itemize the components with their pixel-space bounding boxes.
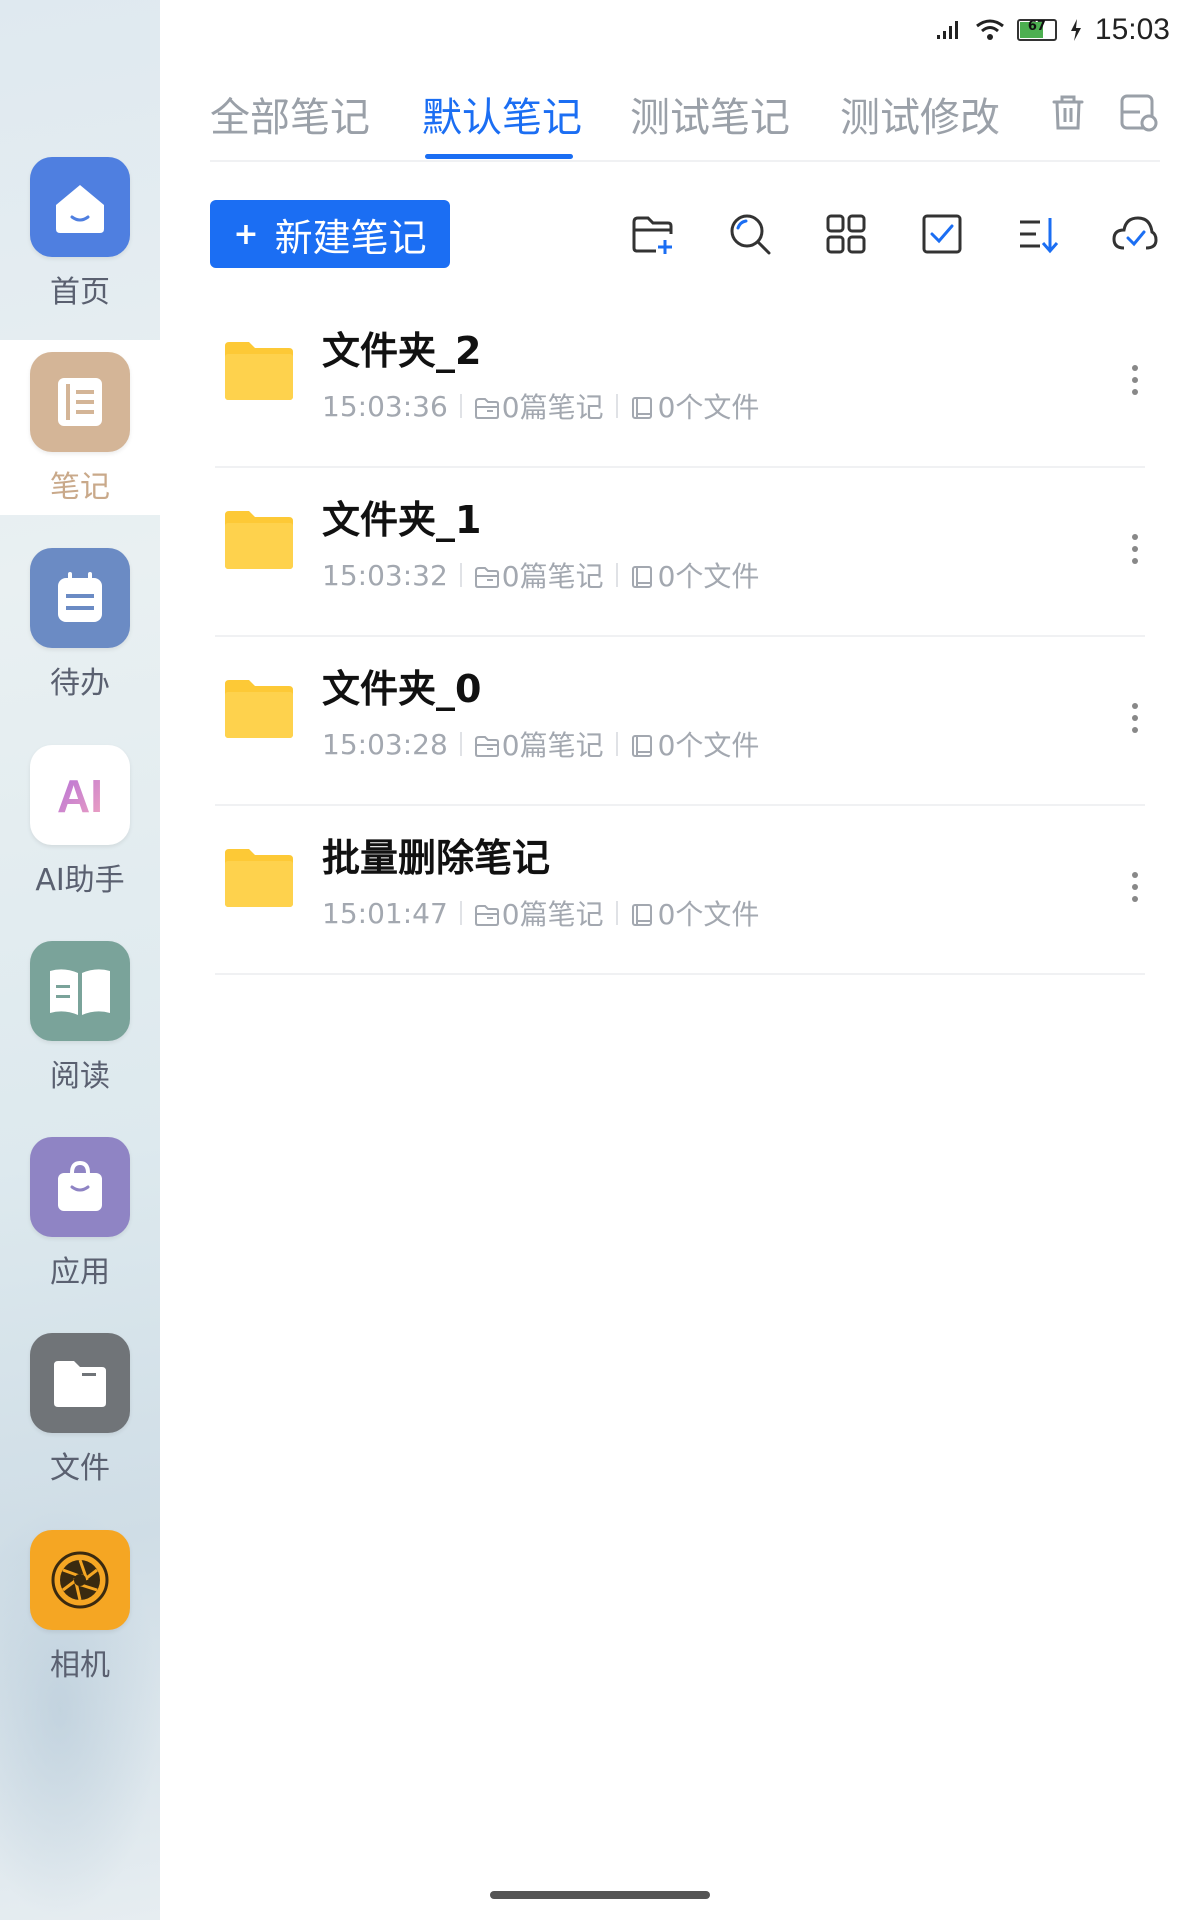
battery-level: 67 — [1027, 19, 1046, 34]
notes-count: 0篇笔记 — [501, 898, 604, 931]
signal-icon — [936, 21, 958, 39]
sidebar-item-camera[interactable]: 相机 — [0, 1530, 160, 1684]
notes-count: 0篇笔记 — [501, 560, 604, 593]
notebook-icon — [30, 352, 130, 452]
notes-count: 0篇笔记 — [501, 729, 604, 762]
trash-icon[interactable] — [1046, 90, 1090, 134]
folder-time: 15:01:47 — [322, 896, 448, 930]
files-count-icon — [630, 390, 658, 423]
calendar-icon — [30, 548, 130, 648]
charging-icon — [1070, 19, 1081, 41]
folder-time: 15:03:28 — [322, 727, 448, 761]
folder-icon — [223, 847, 295, 909]
sidebar-item-read[interactable]: 阅读 — [0, 941, 160, 1095]
more-options-icon[interactable] — [1125, 698, 1145, 738]
svg-text:AI: AI — [57, 770, 103, 820]
grid-view-icon[interactable] — [822, 210, 870, 258]
sidebar-item-label: 应用 — [50, 1255, 110, 1290]
tab-default-notes[interactable]: 默认笔记 — [422, 85, 582, 143]
folder-meta: 15:03:36 0篇笔记 0个文件 — [322, 386, 759, 426]
active-tab-indicator — [425, 154, 573, 159]
files-count: 0个文件 — [657, 391, 760, 424]
folder-icon — [223, 340, 295, 402]
folder-name: 批量删除笔记 — [322, 836, 551, 880]
select-icon[interactable] — [918, 210, 966, 258]
tab-all-notes[interactable]: 全部笔记 — [210, 85, 370, 143]
list-item[interactable]: 文件夹_0 15:03:28 0篇笔记 0个文件 — [215, 636, 1145, 806]
sidebar-item-apps[interactable]: 应用 — [0, 1137, 160, 1291]
folder-time: 15:03:36 — [322, 389, 448, 423]
tab-test-notes[interactable]: 测试笔记 — [630, 85, 790, 143]
sort-icon[interactable] — [1014, 210, 1062, 258]
list-item[interactable]: 文件夹_1 15:03:32 0篇笔记 0个文件 — [215, 467, 1145, 637]
sidebar: 首页 笔记 待办 AI AI助手 阅读 应用 文件 相机 — [0, 0, 160, 1920]
divider — [459, 732, 462, 756]
more-options-icon[interactable] — [1125, 867, 1145, 907]
list-item[interactable]: 文件夹_2 15:03:36 0篇笔记 0个文件 — [215, 298, 1145, 468]
folder-name: 文件夹_1 — [322, 498, 482, 542]
wifi-icon — [976, 19, 1004, 40]
new-note-label: 新建笔记 — [274, 215, 427, 260]
folder-meta: 15:03:32 0篇笔记 0个文件 — [322, 555, 759, 595]
divider — [459, 901, 462, 925]
book-icon — [30, 941, 130, 1041]
sidebar-item-notes[interactable]: 笔记 — [0, 352, 160, 506]
notes-count-icon — [474, 728, 502, 761]
status-time: 15:03 — [1094, 13, 1170, 46]
sidebar-item-label: 文件 — [50, 1451, 110, 1486]
sidebar-item-label: 笔记 — [50, 470, 110, 505]
folder-icon — [30, 1333, 130, 1433]
home-indicator[interactable] — [490, 1891, 710, 1899]
folder-meta: 15:03:28 0篇笔记 0个文件 — [322, 724, 759, 764]
sidebar-item-label: 相机 — [50, 1648, 110, 1683]
tab-test-modify[interactable]: 测试修改 — [840, 85, 1000, 143]
folder-name: 文件夹_0 — [322, 667, 482, 711]
more-options-icon[interactable] — [1125, 529, 1145, 569]
files-count-icon — [630, 728, 658, 761]
sidebar-item-home[interactable]: 首页 — [0, 157, 160, 311]
divider — [459, 563, 462, 587]
sidebar-item-ai[interactable]: AI AI助手 — [0, 745, 160, 899]
notebook-tabs: 全部笔记 默认笔记 测试笔记 测试修改 — [210, 75, 1160, 162]
ai-icon: AI — [30, 745, 130, 845]
notebook-manage-icon[interactable] — [1116, 90, 1160, 134]
divider — [615, 901, 618, 925]
folder-meta: 15:01:47 0篇笔记 0个文件 — [322, 893, 759, 933]
files-count: 0个文件 — [657, 729, 760, 762]
files-count: 0个文件 — [657, 560, 760, 593]
notes-count-icon — [474, 390, 502, 423]
bag-icon — [30, 1137, 130, 1237]
divider — [459, 394, 462, 418]
sidebar-item-label: AI助手 — [35, 863, 125, 898]
camera-icon — [30, 1530, 130, 1630]
battery-icon: 67 — [1016, 19, 1057, 41]
sidebar-item-label: 首页 — [50, 275, 110, 310]
folder-icon — [223, 509, 295, 571]
new-note-button[interactable]: + 新建笔记 — [210, 200, 450, 268]
sidebar-item-todo[interactable]: 待办 — [0, 548, 160, 702]
cloud-sync-icon[interactable] — [1110, 210, 1158, 258]
sidebar-item-label: 阅读 — [50, 1059, 110, 1094]
files-count: 0个文件 — [657, 898, 760, 931]
folder-name: 文件夹_2 — [322, 329, 482, 373]
status-bar: 67 15:03 — [935, 10, 1170, 50]
folder-icon — [223, 678, 295, 740]
folder-time: 15:03:32 — [322, 558, 448, 592]
search-icon[interactable] — [726, 210, 774, 258]
files-count-icon — [630, 559, 658, 592]
plus-icon: + — [233, 216, 259, 252]
divider — [615, 563, 618, 587]
divider — [615, 394, 618, 418]
notes-count-icon — [474, 559, 502, 592]
sidebar-item-label: 待办 — [50, 666, 110, 701]
files-count-icon — [630, 897, 658, 930]
home-icon — [30, 157, 130, 257]
list-item[interactable]: 批量删除笔记 15:01:47 0篇笔记 0个文件 — [215, 805, 1145, 975]
new-folder-icon[interactable] — [628, 210, 676, 258]
notes-count: 0篇笔记 — [501, 391, 604, 424]
notes-count-icon — [474, 897, 502, 930]
divider — [615, 732, 618, 756]
more-options-icon[interactable] — [1125, 360, 1145, 400]
sidebar-item-files[interactable]: 文件 — [0, 1333, 160, 1487]
